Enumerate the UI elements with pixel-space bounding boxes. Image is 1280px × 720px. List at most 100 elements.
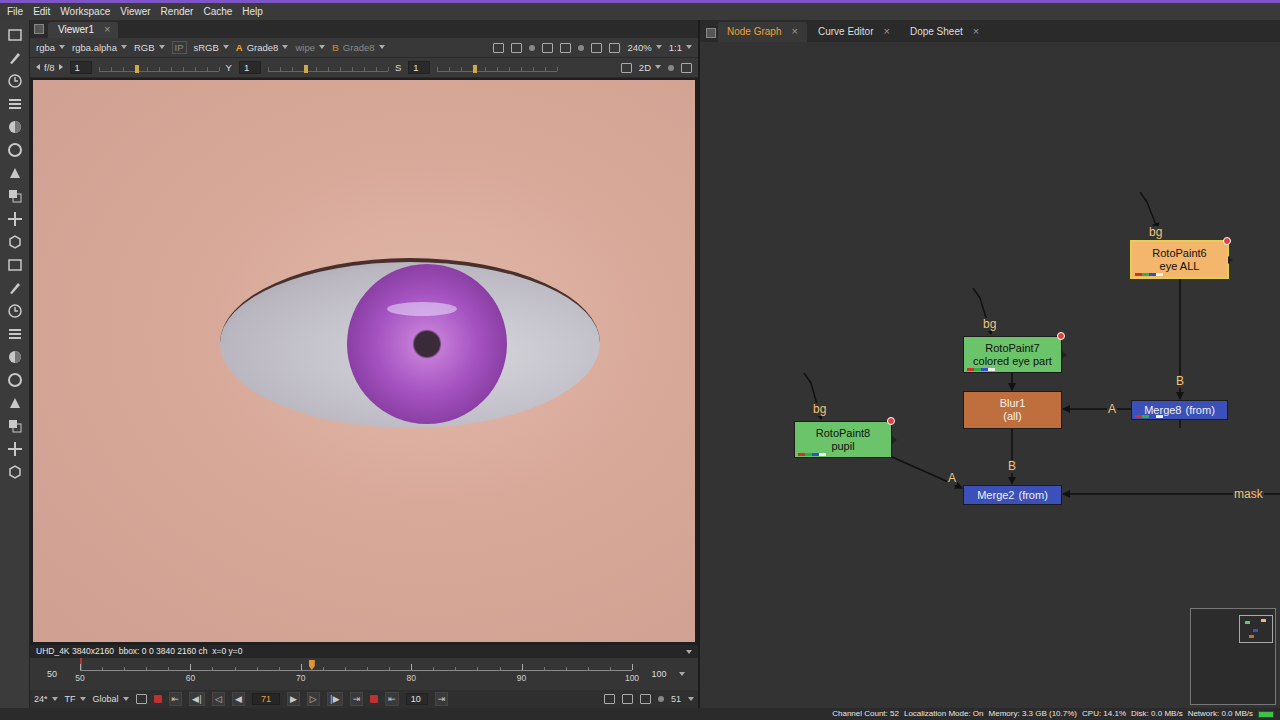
playhead[interactable] bbox=[309, 660, 315, 670]
transport-button[interactable]: |▶ bbox=[327, 692, 343, 706]
time-icon[interactable] bbox=[6, 72, 24, 90]
out-point-field[interactable]: 100 bbox=[638, 658, 698, 690]
plugins-icon[interactable] bbox=[6, 440, 24, 458]
fstop-stepper[interactable]: f/8 bbox=[36, 62, 63, 73]
viewer-dropdown[interactable]: Grade8 bbox=[247, 42, 289, 53]
graph-tab[interactable]: Curve Editor× bbox=[809, 22, 899, 42]
transport-button[interactable]: ◀ bbox=[232, 692, 245, 706]
deep-icon[interactable] bbox=[6, 371, 24, 389]
increment-field[interactable]: 10 bbox=[406, 693, 428, 706]
filter-icon[interactable] bbox=[6, 141, 24, 159]
close-button[interactable]: × bbox=[791, 25, 797, 38]
transform-icon[interactable] bbox=[6, 210, 24, 228]
cara-icon[interactable] bbox=[6, 417, 24, 435]
close-button[interactable]: × bbox=[104, 23, 110, 36]
caret-icon[interactable] bbox=[688, 697, 694, 701]
slider-knob[interactable] bbox=[304, 65, 308, 73]
node[interactable]: RotoPaint8pupil bbox=[794, 421, 892, 458]
gain-icon[interactable] bbox=[668, 65, 674, 71]
audio-icon[interactable] bbox=[622, 694, 633, 704]
viewer-dropdown[interactable]: wipe bbox=[295, 42, 325, 53]
keyer-icon[interactable] bbox=[6, 164, 24, 182]
transport-button[interactable]: ⇥ bbox=[350, 692, 364, 706]
menu-item[interactable]: Workspace bbox=[55, 6, 115, 18]
node[interactable]: RotoPaint7colored eye part bbox=[963, 336, 1062, 373]
viewer-option-icon[interactable] bbox=[609, 43, 620, 53]
furnace-icon[interactable] bbox=[6, 348, 24, 366]
graph-tab[interactable]: Dope Sheet× bbox=[901, 22, 988, 42]
viewer-dropdown[interactable]: sRGB bbox=[194, 42, 229, 53]
in-point-field[interactable]: 50 bbox=[30, 658, 74, 690]
close-button[interactable]: × bbox=[884, 25, 890, 38]
node[interactable]: Merge8(from) bbox=[1131, 400, 1228, 420]
value-slider[interactable] bbox=[268, 64, 388, 72]
views-icon[interactable] bbox=[6, 256, 24, 274]
node[interactable]: RotoPaint6eye ALL bbox=[1131, 241, 1228, 278]
input-badge[interactable]: A bbox=[236, 42, 243, 53]
viewer-tab[interactable]: Viewer1× bbox=[48, 22, 118, 38]
menu-item[interactable]: Cache bbox=[198, 6, 237, 18]
loop-icon[interactable] bbox=[136, 694, 147, 704]
viewer-dropdown[interactable]: rgba.alpha bbox=[72, 42, 127, 53]
gizmo-icon[interactable] bbox=[6, 463, 24, 481]
draw-icon[interactable] bbox=[6, 49, 24, 67]
color-icon[interactable] bbox=[6, 118, 24, 136]
viewer-dropdown[interactable]: 1:1 bbox=[669, 42, 692, 53]
flipbook-icon[interactable] bbox=[604, 694, 615, 704]
slider-knob[interactable] bbox=[135, 65, 139, 73]
viewer-option-icon[interactable] bbox=[529, 45, 535, 51]
viewer-option-icon[interactable] bbox=[511, 43, 522, 53]
fps-dropdown[interactable]: 24* bbox=[34, 694, 58, 705]
menu-item[interactable]: Render bbox=[156, 6, 199, 18]
view-mode-dropdown[interactable]: 2D bbox=[639, 62, 661, 73]
input-badge[interactable]: B bbox=[332, 42, 339, 53]
transport-button[interactable]: ◁ bbox=[212, 692, 225, 706]
stop-icon[interactable] bbox=[370, 695, 378, 703]
viewer-image[interactable] bbox=[30, 78, 698, 645]
value-field[interactable]: 1 bbox=[408, 61, 430, 74]
value-slider[interactable] bbox=[99, 64, 219, 72]
slider-knob[interactable] bbox=[473, 65, 477, 73]
value-field[interactable]: 1 bbox=[239, 61, 261, 74]
node[interactable]: Blur1(all) bbox=[963, 391, 1062, 429]
channel-icon[interactable] bbox=[6, 95, 24, 113]
viewer-option-icon[interactable] bbox=[493, 43, 504, 53]
transport-button[interactable]: ▷ bbox=[307, 692, 320, 706]
frame-ruler[interactable]: 5060708090100 bbox=[80, 658, 632, 690]
panel-menu-icon[interactable] bbox=[34, 24, 44, 34]
menu-item[interactable]: Viewer bbox=[115, 6, 155, 18]
toolsets-icon[interactable] bbox=[6, 302, 24, 320]
particles-icon[interactable] bbox=[6, 394, 24, 412]
transport-button[interactable]: ⇤ bbox=[169, 692, 183, 706]
viewer-option-icon[interactable] bbox=[591, 43, 602, 53]
viewer-option-icon[interactable] bbox=[578, 45, 584, 51]
timeline-caret-icon[interactable] bbox=[679, 672, 685, 676]
roi-icon[interactable] bbox=[621, 63, 632, 73]
value-slider[interactable] bbox=[437, 64, 557, 72]
value-field[interactable]: 1 bbox=[70, 61, 92, 74]
lock-icon[interactable] bbox=[640, 694, 651, 704]
panel-menu-icon[interactable] bbox=[706, 28, 716, 38]
other-icon[interactable] bbox=[6, 325, 24, 343]
right-arrow-icon[interactable] bbox=[59, 64, 63, 70]
viewer-dropdown[interactable]: IP bbox=[172, 41, 187, 54]
viewer-option-icon[interactable] bbox=[560, 43, 571, 53]
viewer-dropdown[interactable]: Grade8 bbox=[343, 42, 385, 53]
cache-icon[interactable] bbox=[658, 696, 664, 702]
step-back-button[interactable]: ⇤ bbox=[385, 692, 399, 706]
info-caret-icon[interactable] bbox=[686, 650, 692, 654]
transport-button[interactable]: ▶ bbox=[287, 692, 300, 706]
merge-icon[interactable] bbox=[6, 187, 24, 205]
image-icon[interactable] bbox=[6, 26, 24, 44]
menu-item[interactable]: Help bbox=[237, 6, 268, 18]
viewer-option-icon[interactable] bbox=[542, 43, 553, 53]
viewer-dropdown[interactable]: 240% bbox=[627, 42, 661, 53]
left-arrow-icon[interactable] bbox=[36, 64, 40, 70]
menu-item[interactable]: File bbox=[2, 6, 28, 18]
timecode-dropdown[interactable]: TF bbox=[65, 694, 86, 705]
current-frame-field[interactable]: 71 bbox=[252, 693, 280, 706]
menu-item[interactable]: Edit bbox=[28, 6, 55, 18]
node[interactable]: Merge2(from) bbox=[963, 485, 1062, 505]
node-graph-canvas[interactable]: RotoPaint6eye ALL RotoPaint7colored eye p… bbox=[700, 42, 1280, 708]
step-forward-button[interactable]: ⇥ bbox=[435, 692, 449, 706]
